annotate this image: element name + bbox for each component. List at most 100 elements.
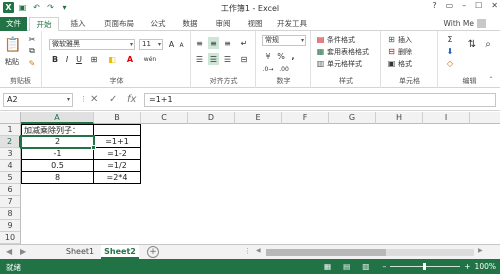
tab-view[interactable]: 视图	[241, 17, 269, 31]
paste-icon[interactable]: 📋	[4, 34, 22, 56]
zoom-in-button[interactable]: +	[464, 262, 470, 271]
sheet-tab-sheet2[interactable]: Sheet2	[101, 245, 139, 259]
cell-styles-button[interactable]: 单元格样式	[327, 59, 362, 69]
column-header-f[interactable]: F	[282, 112, 329, 124]
align-center-icon[interactable]: ☰	[208, 53, 219, 65]
row-header-3[interactable]: 3	[0, 148, 21, 160]
font-color-icon[interactable]: A	[124, 54, 136, 64]
column-header-e[interactable]: E	[235, 112, 282, 124]
italic-button[interactable]: I	[62, 54, 72, 64]
select-all-button[interactable]	[0, 112, 21, 124]
cancel-entry-button[interactable]: ✕	[90, 94, 98, 105]
grow-font-icon[interactable]: A	[167, 39, 176, 49]
zoom-out-button[interactable]: –	[383, 262, 387, 271]
zoom-level[interactable]: 100%	[475, 262, 496, 271]
increase-decimal-icon[interactable]: .0→	[262, 64, 274, 74]
cell-b4[interactable]: =1/2	[94, 160, 141, 172]
scrollbar-thumb[interactable]	[266, 249, 386, 256]
enter-entry-button[interactable]: ✓	[109, 94, 117, 105]
format-as-table-button[interactable]: 套用表格格式	[327, 47, 369, 57]
tab-data[interactable]: 数据	[176, 17, 204, 31]
tab-page-layout[interactable]: 页面布局	[98, 17, 140, 31]
autosum-icon[interactable]: Σ	[444, 34, 456, 44]
row-header-5[interactable]: 5	[0, 172, 21, 184]
column-header-h[interactable]: H	[376, 112, 423, 124]
next-sheet-icon[interactable]: ▶	[20, 247, 26, 256]
cell-b2[interactable]: =1+1	[94, 136, 141, 148]
find-select-icon[interactable]: ⌕	[481, 36, 495, 52]
cell-a4[interactable]: 0.5	[21, 160, 94, 172]
cut-icon[interactable]: ✂	[26, 34, 38, 44]
insert-cells-button[interactable]: 插入	[398, 35, 412, 45]
sheet-tab-sheet1[interactable]: Sheet1	[62, 245, 98, 259]
maximize-button[interactable]: ☐	[475, 1, 482, 10]
scroll-left-icon[interactable]: ◀	[256, 247, 261, 254]
shrink-font-icon[interactable]: A	[177, 40, 186, 50]
cell-b3[interactable]: =1-2	[94, 148, 141, 160]
borders-icon[interactable]: ⊞	[88, 54, 100, 64]
prev-sheet-icon[interactable]: ◀	[6, 247, 12, 256]
row-header-2[interactable]: 2	[0, 136, 21, 148]
conditional-format-button[interactable]: 条件格式	[327, 35, 355, 45]
row-header-1[interactable]: 1	[0, 124, 21, 136]
comma-button[interactable]: ,	[288, 51, 298, 61]
number-format-select[interactable]: 常规 ▾	[262, 35, 306, 46]
tab-formulas[interactable]: 公式	[144, 17, 172, 31]
align-left-icon[interactable]: ☰	[194, 53, 205, 65]
insert-function-button[interactable]: fx	[127, 94, 136, 105]
decrease-decimal-icon[interactable]: .00	[278, 64, 290, 74]
row-header-7[interactable]: 7	[0, 196, 21, 208]
percent-button[interactable]: %	[276, 51, 286, 61]
horizontal-scrollbar[interactable]	[266, 249, 474, 256]
zoom-slider-knob[interactable]	[423, 263, 427, 270]
page-layout-view-icon[interactable]: ▤	[343, 262, 350, 271]
align-middle-icon[interactable]: ≡	[208, 37, 219, 49]
fill-color-icon[interactable]: ◧	[106, 54, 118, 64]
currency-icon[interactable]: ¥	[262, 51, 274, 61]
row-header-6[interactable]: 6	[0, 184, 21, 196]
cell-a2[interactable]: 2	[21, 136, 94, 148]
tab-developer[interactable]: 开发工具	[272, 17, 312, 31]
column-header-d[interactable]: D	[188, 112, 235, 124]
close-button[interactable]: ✕	[491, 1, 498, 10]
tab-split-handle[interactable]: ⋮	[244, 247, 251, 255]
align-bottom-icon[interactable]: ≡	[222, 37, 233, 49]
column-header-g[interactable]: G	[329, 112, 376, 124]
row-header-9[interactable]: 9	[0, 220, 21, 232]
bold-button[interactable]: B	[50, 54, 60, 64]
underline-button[interactable]: U	[74, 54, 84, 64]
delete-cells-button[interactable]: 删除	[398, 47, 412, 57]
cell-b1[interactable]	[94, 124, 141, 136]
phonetic-icon[interactable]: wén	[142, 54, 158, 64]
name-box[interactable]: A2 ▾	[3, 93, 73, 107]
cell-b5[interactable]: =2*4	[94, 172, 141, 184]
font-name-select[interactable]: 微软雅黑 ▾	[49, 39, 135, 50]
cell-a5[interactable]: 8	[21, 172, 94, 184]
user-account[interactable]: With Me	[444, 19, 486, 28]
clear-icon[interactable]: ◇	[444, 58, 456, 68]
paste-label[interactable]: 粘贴	[5, 57, 19, 67]
add-sheet-button[interactable]: +	[147, 246, 159, 258]
tab-home[interactable]: 开始	[29, 17, 59, 32]
tab-insert[interactable]: 插入	[63, 17, 93, 31]
normal-view-icon[interactable]: ▦	[324, 262, 331, 271]
format-cells-button[interactable]: 格式	[398, 59, 412, 69]
merge-center-icon[interactable]: ⊟	[238, 53, 250, 65]
tab-review[interactable]: 审阅	[209, 17, 237, 31]
align-top-icon[interactable]: ≡	[194, 37, 205, 49]
minimize-button[interactable]: –	[462, 1, 466, 10]
ribbon-display-button[interactable]: ▭	[446, 1, 454, 10]
copy-icon[interactable]: ⧉	[26, 46, 38, 56]
wrap-text-icon[interactable]: ↵	[238, 37, 250, 49]
font-size-select[interactable]: 11 ▾	[139, 39, 163, 50]
fill-icon[interactable]: ⬇	[444, 46, 456, 56]
row-header-4[interactable]: 4	[0, 160, 21, 172]
sort-filter-icon[interactable]: ⇅	[465, 36, 479, 52]
column-header-c[interactable]: C	[141, 112, 188, 124]
column-header-a[interactable]: A	[21, 112, 94, 124]
page-break-view-icon[interactable]: ▥	[362, 262, 369, 271]
formula-input[interactable]: =1+1	[144, 93, 496, 107]
align-right-icon[interactable]: ☰	[222, 53, 233, 65]
format-painter-icon[interactable]: ✎	[26, 58, 38, 68]
help-button[interactable]: ?	[432, 1, 436, 10]
